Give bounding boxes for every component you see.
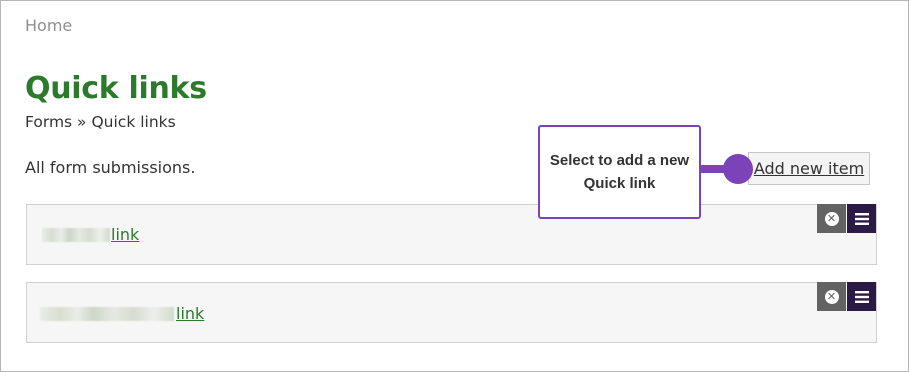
callout-tooltip: Select to add a new Quick link <box>538 125 701 219</box>
menu-icon <box>854 290 869 303</box>
quick-link[interactable]: link <box>176 304 204 323</box>
callout-line-1: Select to add a new <box>549 152 690 169</box>
breadcrumb-forms[interactable]: Forms <box>25 113 72 131</box>
close-icon: ✕ <box>824 289 839 304</box>
callout-line-2: Quick link <box>583 175 656 192</box>
home-link[interactable]: Home <box>25 16 72 35</box>
intro-text: All form submissions. <box>25 158 196 177</box>
menu-icon <box>854 212 869 225</box>
breadcrumb: Forms » Quick links <box>25 113 176 131</box>
quick-link[interactable]: link <box>111 225 139 244</box>
page-frame: Home Quick links Forms » Quick links All… <box>0 0 909 372</box>
add-new-item-button[interactable]: Add new item <box>748 152 870 185</box>
quick-link-item: link <box>26 204 877 265</box>
breadcrumb-current: Quick links <box>91 113 176 131</box>
blurred-link-text <box>42 228 110 242</box>
menu-button[interactable] <box>847 204 876 233</box>
page-title: Quick links <box>25 71 207 106</box>
delete-button[interactable]: ✕ <box>817 282 846 311</box>
callout-pointer-dot <box>723 154 753 184</box>
menu-button[interactable] <box>847 282 876 311</box>
breadcrumb-separator: » <box>72 113 92 131</box>
quick-link-item: link <box>26 282 877 343</box>
blurred-link-text <box>40 307 174 321</box>
close-icon: ✕ <box>824 211 839 226</box>
delete-button[interactable]: ✕ <box>817 204 846 233</box>
